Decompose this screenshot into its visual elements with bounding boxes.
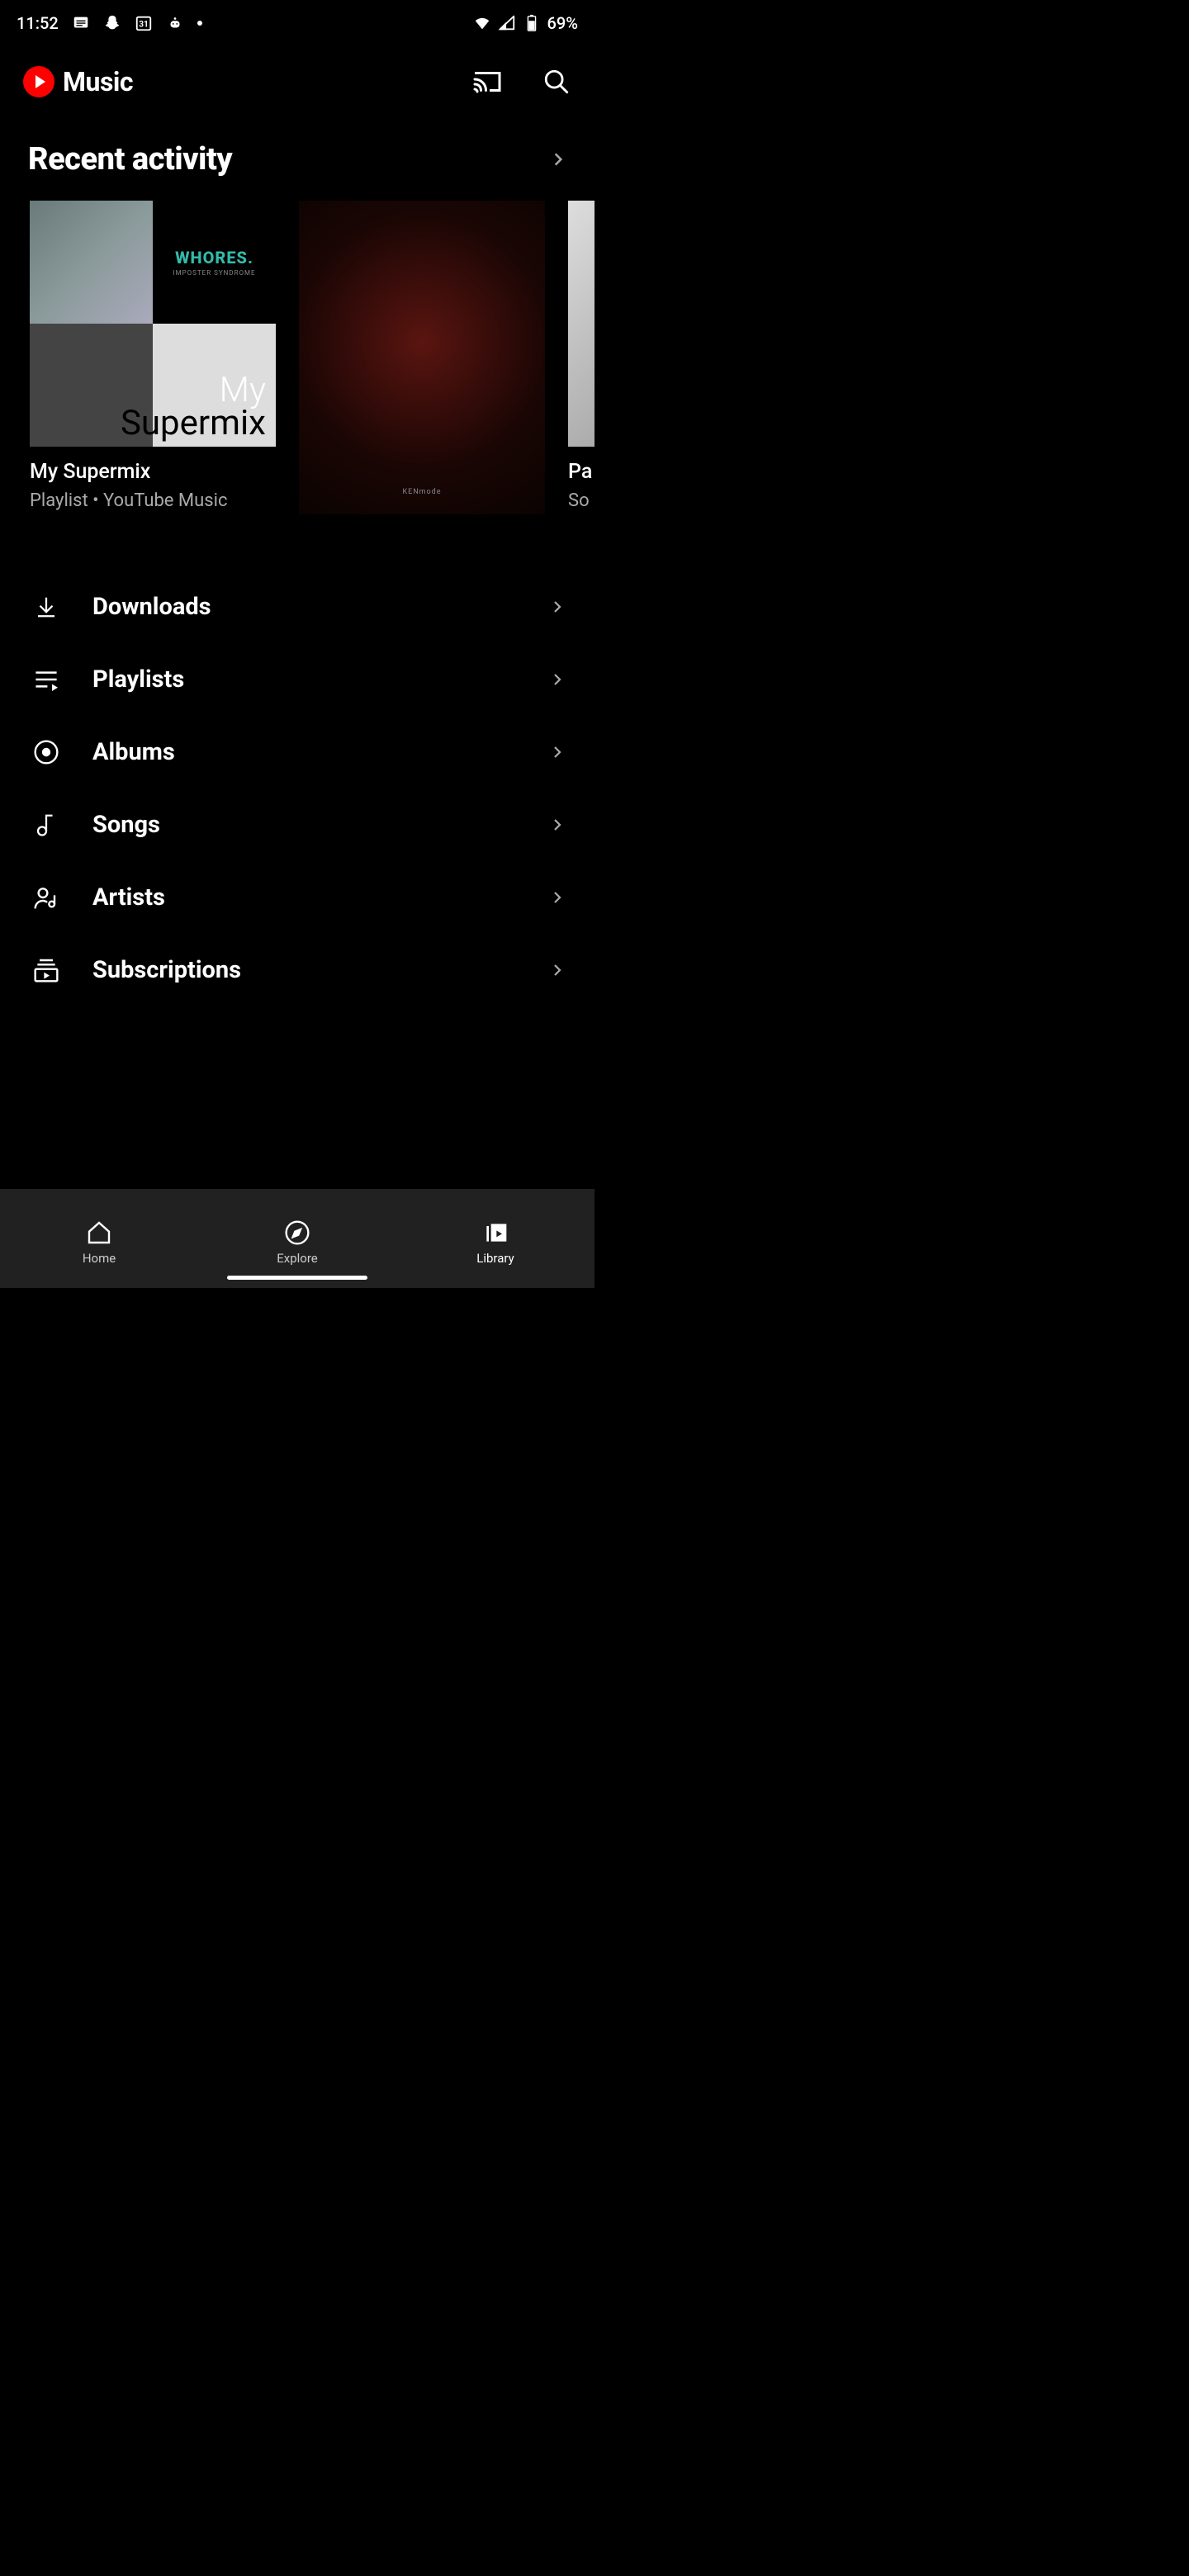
carousel-card-supermix[interactable]: WHORES. IMPOSTER SYNDROME My Supermix My… [30,201,276,514]
library-icon [482,1219,509,1246]
svg-text:31: 31 [139,20,149,29]
robot-icon [166,14,184,32]
playlist-icon [32,668,60,691]
status-bar: 11:52 31 69% [0,0,594,45]
status-right: 69% [473,13,578,33]
nav-label: Library [476,1251,514,1266]
nav-home[interactable]: Home [0,1189,198,1288]
album-art [568,201,594,447]
row-artists[interactable]: Artists [0,861,594,934]
row-label: Albums [92,738,520,766]
battery-icon [523,14,541,32]
carousel-card-partial[interactable]: Pa So [568,201,594,514]
row-label: Songs [92,811,520,839]
battery-percent: 69% [547,13,578,33]
row-downloads[interactable]: Downloads [0,571,594,643]
row-albums[interactable]: Albums [0,716,594,788]
row-subscriptions[interactable]: Subscriptions [0,934,594,1006]
card-subtitle: So [568,489,594,514]
chevron-right-icon [550,890,565,905]
nav-library[interactable]: Library [396,1189,594,1288]
signal-icon [498,14,516,32]
app-name: Music [63,66,133,97]
wifi-icon [473,14,491,32]
row-label: Artists [92,883,520,912]
search-button[interactable] [542,67,571,97]
section-title: Recent activity [28,141,232,178]
nav-label: Home [83,1251,116,1266]
notification-dot-icon [197,21,202,26]
app-header: Music [0,45,594,118]
row-playlists[interactable]: Playlists [0,643,594,716]
calendar-icon: 31 [135,14,153,32]
chevron-right-icon [550,151,566,168]
message-icon [72,14,90,32]
status-left: 11:52 31 [17,13,202,33]
status-time: 11:52 [17,13,59,33]
album-art: KENmode [299,201,545,514]
home-indicator[interactable] [227,1276,367,1280]
chevron-right-icon [550,672,565,687]
subscription-icon [33,958,59,983]
library-list: Downloads Playlists Albums Songs Artists… [0,571,594,1006]
album-art: WHORES. IMPOSTER SYNDROME My Supermix [30,201,276,447]
search-icon [542,68,571,96]
chevron-right-icon [550,963,565,978]
home-icon [86,1219,112,1246]
chevron-right-icon [550,599,565,614]
row-label: Playlists [92,665,520,694]
chevron-right-icon [550,817,565,832]
album-icon [33,739,59,765]
explore-icon [284,1219,310,1246]
card-title: Pa [568,460,594,484]
cast-icon [472,69,502,94]
row-label: Subscriptions [92,956,520,984]
row-songs[interactable]: Songs [0,788,594,861]
card-title: My Supermix [30,460,276,484]
artist-icon [33,885,59,910]
snapchat-icon [103,14,121,32]
nav-explore[interactable]: Explore [198,1189,396,1288]
cast-button[interactable] [472,67,502,97]
download-icon [34,594,59,619]
recent-activity-carousel[interactable]: WHORES. IMPOSTER SYNDROME My Supermix My… [0,194,594,521]
carousel-card-null[interactable]: KENmode NULL E Album • KEN mode • 2022 [299,201,545,514]
youtube-music-logo-icon [23,66,54,97]
chevron-right-icon [550,745,565,760]
card-subtitle: Playlist • YouTube Music [30,489,276,514]
nav-label: Explore [277,1251,318,1266]
bottom-nav: Home Explore Library [0,1189,594,1288]
recent-activity-section[interactable]: Recent activity [0,118,594,194]
song-icon [34,812,59,837]
row-label: Downloads [92,593,520,621]
app-logo[interactable]: Music [23,66,472,97]
